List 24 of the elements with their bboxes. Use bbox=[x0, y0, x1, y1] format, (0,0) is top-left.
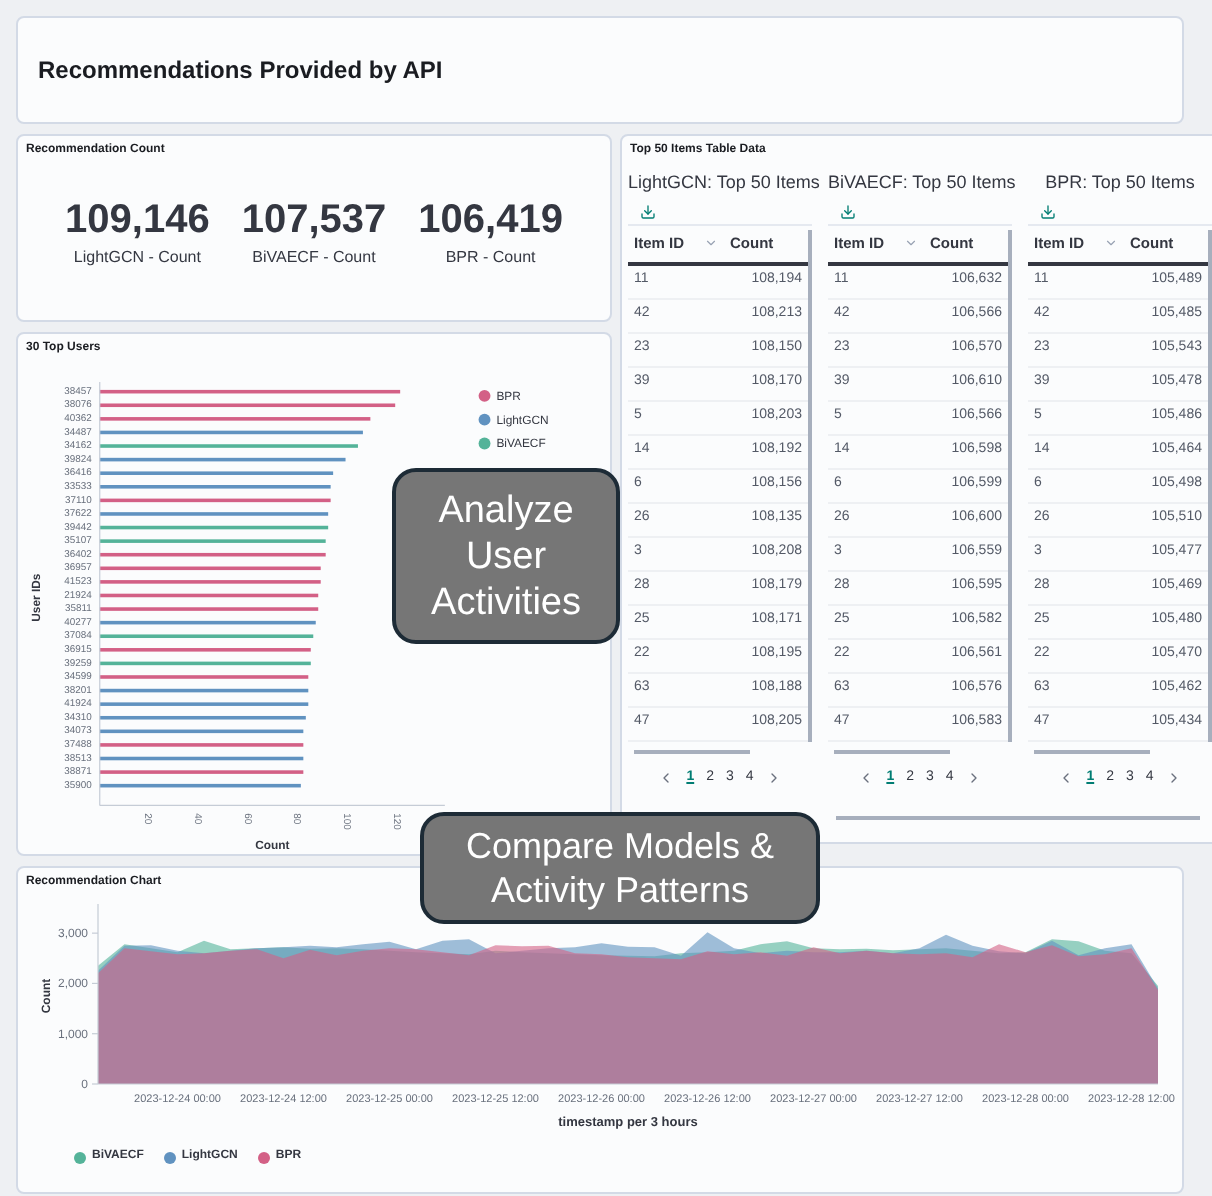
download-icon[interactable] bbox=[840, 203, 856, 219]
metric-value: 106,419 bbox=[418, 200, 563, 240]
scrollbar[interactable] bbox=[836, 816, 1200, 820]
sort-icon[interactable] bbox=[904, 236, 918, 250]
table-title: BiVAECF: Top 50 Items bbox=[828, 170, 1012, 196]
scrollbar[interactable] bbox=[808, 229, 812, 741]
callout: Analyze User Activities bbox=[392, 468, 620, 644]
scrollbar[interactable] bbox=[1008, 229, 1012, 741]
metric-label: BPR - Count bbox=[445, 246, 536, 270]
scrollbar[interactable] bbox=[1208, 229, 1212, 741]
scrollbar[interactable] bbox=[1034, 749, 1150, 753]
scrollbar[interactable] bbox=[834, 749, 950, 753]
page-title: Recommendations Provided by API bbox=[38, 54, 443, 88]
table-title: BPR: Top 50 Items bbox=[1043, 170, 1197, 196]
metric-label: LightGCN - Count bbox=[73, 246, 201, 270]
metric-value: 109,146 bbox=[65, 200, 210, 240]
callout: Compare Models & Activity Patterns bbox=[420, 812, 820, 924]
sort-icon[interactable] bbox=[704, 236, 718, 250]
download-icon[interactable] bbox=[1040, 203, 1056, 219]
scrollbar[interactable] bbox=[634, 749, 750, 753]
sort-icon[interactable] bbox=[1104, 236, 1118, 250]
download-icon[interactable] bbox=[640, 203, 656, 219]
metric-value: 107,537 bbox=[241, 200, 387, 240]
metric-label: BiVAECF - Count bbox=[252, 246, 376, 270]
